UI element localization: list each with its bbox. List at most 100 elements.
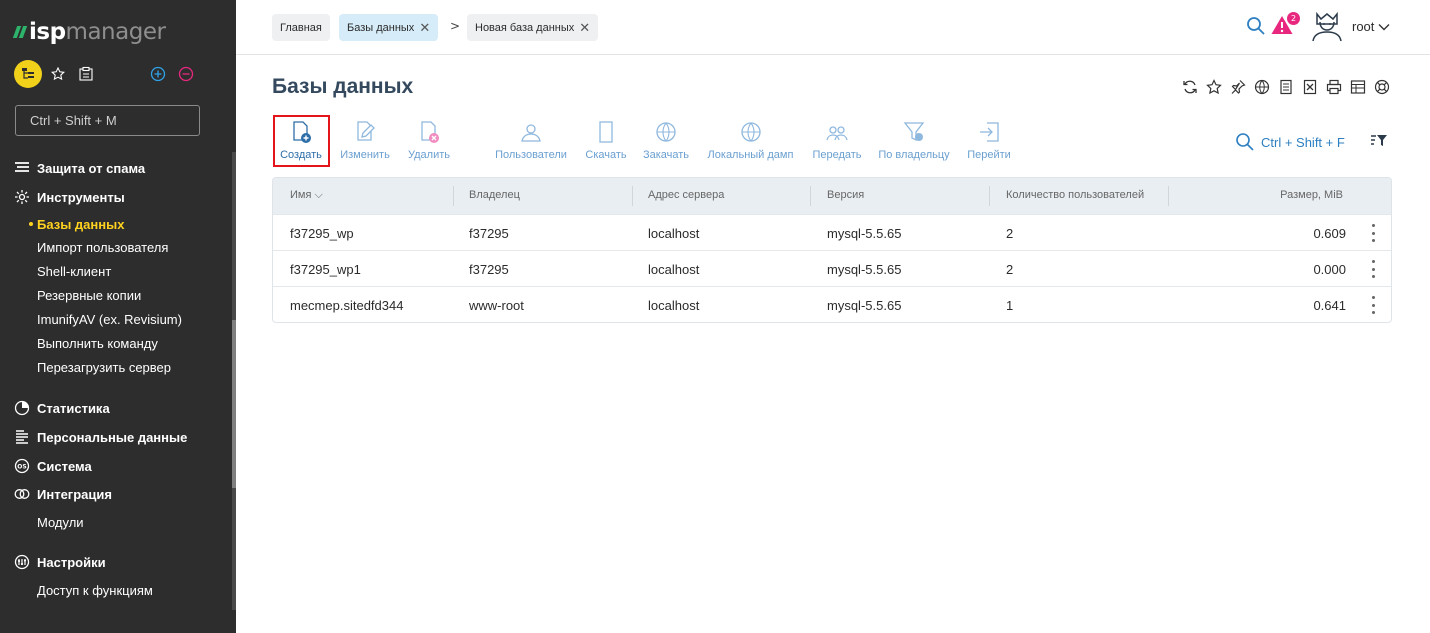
users-button[interactable]: Пользователи (494, 118, 568, 166)
sidebar-item-label: Shell-клиент (37, 263, 112, 279)
breadcrumb-databases[interactable]: Базы данных ✕ (339, 14, 439, 41)
row-menu-icon[interactable] (1369, 296, 1377, 314)
breadcrumb-new-database[interactable]: Новая база данных ✕ (467, 14, 599, 41)
filter-icon[interactable] (1370, 133, 1388, 152)
table-settings-icon[interactable] (1348, 77, 1368, 97)
document-icon[interactable] (1276, 77, 1296, 97)
sort-chevron-icon: ⌵ (314, 189, 323, 201)
filter-owner-icon (902, 118, 926, 144)
sidebar-item-imunifyav[interactable]: ImunifyAV (ex. Revisium) (37, 308, 182, 330)
personal-data-icon (14, 429, 30, 445)
toolbar-label: Пользователи (495, 149, 567, 161)
filter-by-owner-button[interactable]: По владельцу (878, 118, 950, 166)
favorites-star-icon[interactable] (44, 60, 72, 88)
table-search-button[interactable]: Ctrl + Shift + F (1235, 132, 1345, 152)
breadcrumb-label: Главная (280, 21, 322, 34)
cell-server-address: localhost (648, 298, 700, 313)
column-divider[interactable] (989, 186, 990, 206)
download-icon (594, 118, 618, 144)
logo-bars-icon (12, 26, 28, 38)
upload-icon (654, 118, 678, 144)
row-menu-icon[interactable] (1369, 260, 1377, 278)
pin-icon[interactable] (1228, 77, 1248, 97)
create-button[interactable]: Создать (280, 118, 322, 166)
sidebar-item-run-command[interactable]: Выполнить команду (37, 332, 158, 354)
sidebar-group-label: Защита от спама (37, 160, 146, 176)
notification-badge: 2 (1287, 12, 1300, 25)
sidebar-item-reboot-server[interactable]: Перезагрузить сервер (37, 356, 171, 378)
sidebar-item-function-access[interactable]: Доступ к функциям (37, 579, 153, 601)
column-divider[interactable] (632, 186, 633, 206)
add-circle-icon[interactable] (144, 60, 172, 88)
table-header: Имя ⌵ Владелец Адрес сервера Версия Коли… (273, 178, 1391, 214)
column-header-version[interactable]: Версия (827, 189, 864, 201)
avatar[interactable] (1310, 11, 1344, 46)
close-icon[interactable]: ✕ (579, 20, 590, 36)
column-header-size[interactable]: Размер, MiB (1280, 189, 1343, 201)
excel-export-icon[interactable] (1300, 77, 1320, 97)
sidebar-group-statistics[interactable]: Статистика (14, 397, 110, 419)
sidebar-group-personal-data[interactable]: Персональные данные (14, 426, 187, 448)
sidebar-item-label: Импорт пользователя (37, 239, 169, 255)
clipboard-icon[interactable] (72, 60, 100, 88)
column-header-server-address[interactable]: Адрес сервера (648, 189, 724, 201)
sidebar-item-import-user[interactable]: Импорт пользователя (37, 236, 168, 258)
sidebar-item-shell-client[interactable]: Shell-клиент (37, 260, 111, 282)
transfer-button[interactable]: Передать (811, 118, 863, 166)
print-icon[interactable] (1324, 77, 1344, 97)
sidebar-item-modules[interactable]: Модули (37, 511, 84, 533)
sidebar-group-label: Персональные данные (37, 429, 188, 445)
cell-user-count: 2 (1006, 226, 1014, 241)
close-icon[interactable]: ✕ (419, 20, 430, 36)
table-row[interactable]: f37295_wp1 f37295 localhost mysql-5.5.65… (273, 250, 1391, 286)
table-row[interactable]: mecmep.sitedfd344 www-root localhost mys… (273, 286, 1391, 322)
sidebar-group-label: Система (37, 458, 92, 474)
sidebar-group-integration[interactable]: Интеграция (14, 483, 112, 505)
user-menu[interactable]: root (1352, 19, 1390, 34)
column-header-owner[interactable]: Владелец (469, 189, 520, 201)
delete-button[interactable]: Удалить (408, 118, 450, 166)
cell-server-address: localhost (648, 262, 700, 277)
search-shortcut: Ctrl + Shift + F (1261, 134, 1345, 150)
tree-menu-icon[interactable] (14, 60, 42, 88)
search-icon (1236, 133, 1254, 151)
sidebar-group-system[interactable]: OS Система (14, 455, 92, 477)
toolbar-label: Скачать (585, 149, 627, 161)
sidebar-group-spam[interactable]: Защита от спама (14, 157, 145, 179)
table-row[interactable]: f37295_wp f37295 localhost mysql-5.5.65 … (273, 214, 1391, 250)
local-dump-button[interactable]: Локальный дамп (706, 118, 795, 166)
column-divider[interactable] (1168, 186, 1169, 206)
column-header-user-count[interactable]: Количество пользователей (1006, 189, 1144, 201)
sidebar-scrollbar[interactable] (232, 152, 236, 610)
search-icon[interactable] (1246, 16, 1266, 40)
cell-size: 0.641 (1313, 298, 1346, 313)
remove-circle-icon[interactable] (172, 60, 200, 88)
breadcrumb-home[interactable]: Главная (272, 14, 330, 41)
sidebar-group-settings[interactable]: Настройки (14, 551, 106, 573)
isp-manager-logo[interactable]: isp manager (12, 18, 166, 46)
sidebar-group-tools[interactable]: Инструменты (14, 186, 125, 208)
sidebar-search-input[interactable] (15, 105, 200, 136)
globe-settings-icon[interactable] (1252, 77, 1272, 97)
sidebar-item-databases[interactable]: Базы данных (29, 213, 124, 235)
refresh-icon[interactable] (1180, 77, 1200, 97)
column-header-name[interactable]: Имя ⌵ (290, 189, 323, 202)
row-menu-icon[interactable] (1369, 224, 1377, 242)
cell-name: f37295_wp1 (290, 262, 361, 277)
column-divider[interactable] (810, 186, 811, 206)
cell-version: mysql-5.5.65 (827, 262, 902, 277)
sidebar-item-label: ImunifyAV (ex. Revisium) (37, 311, 182, 327)
star-icon[interactable] (1204, 77, 1224, 97)
goto-button[interactable]: Перейти (966, 118, 1012, 166)
column-divider[interactable] (453, 186, 454, 206)
edit-button[interactable]: Изменить (339, 118, 391, 166)
help-lifebuoy-icon[interactable] (1372, 77, 1392, 97)
upload-button[interactable]: Закачать (643, 118, 689, 166)
sidebar-item-label: Доступ к функциям (37, 582, 153, 598)
create-icon (289, 118, 313, 144)
goto-icon (977, 118, 1001, 144)
sidebar-scroll-thumb[interactable] (232, 320, 236, 488)
sidebar-item-backups[interactable]: Резервные копии (37, 284, 141, 306)
download-button[interactable]: Скачать (585, 118, 627, 166)
cell-name: mecmep.sitedfd344 (290, 298, 404, 313)
